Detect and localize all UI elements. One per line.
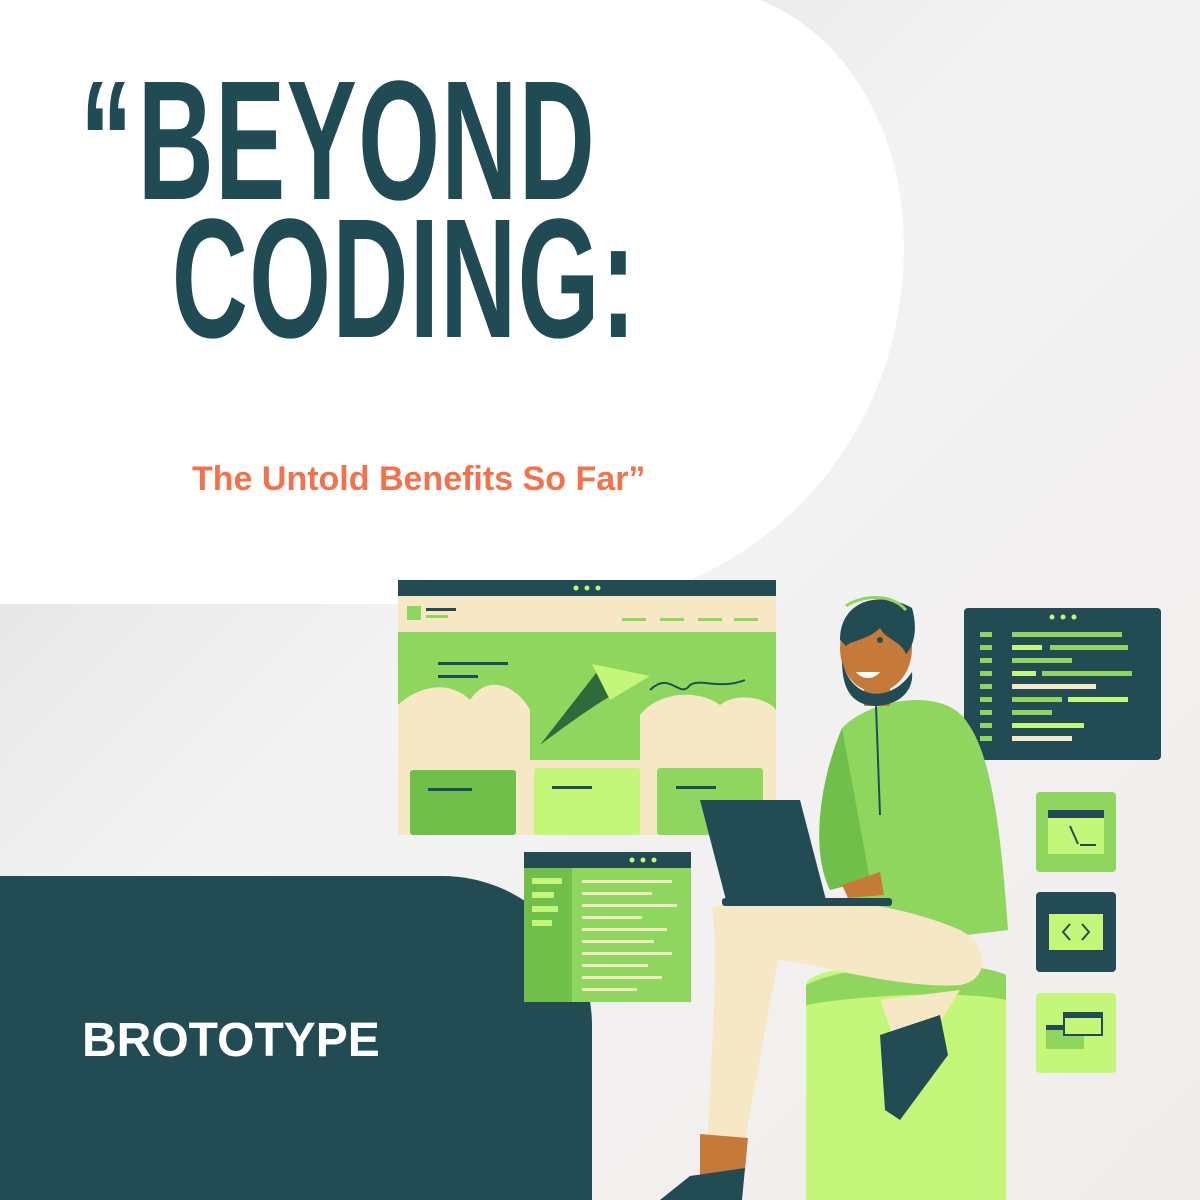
terminal-icon	[1036, 792, 1116, 872]
cards-icon	[1036, 993, 1116, 1073]
illustration	[398, 580, 1161, 1200]
browser-window-illustration	[398, 580, 776, 835]
code-window-illustration	[964, 608, 1161, 760]
sidebar-window-illustration	[524, 852, 691, 1002]
code-brackets-icon	[1036, 892, 1116, 972]
